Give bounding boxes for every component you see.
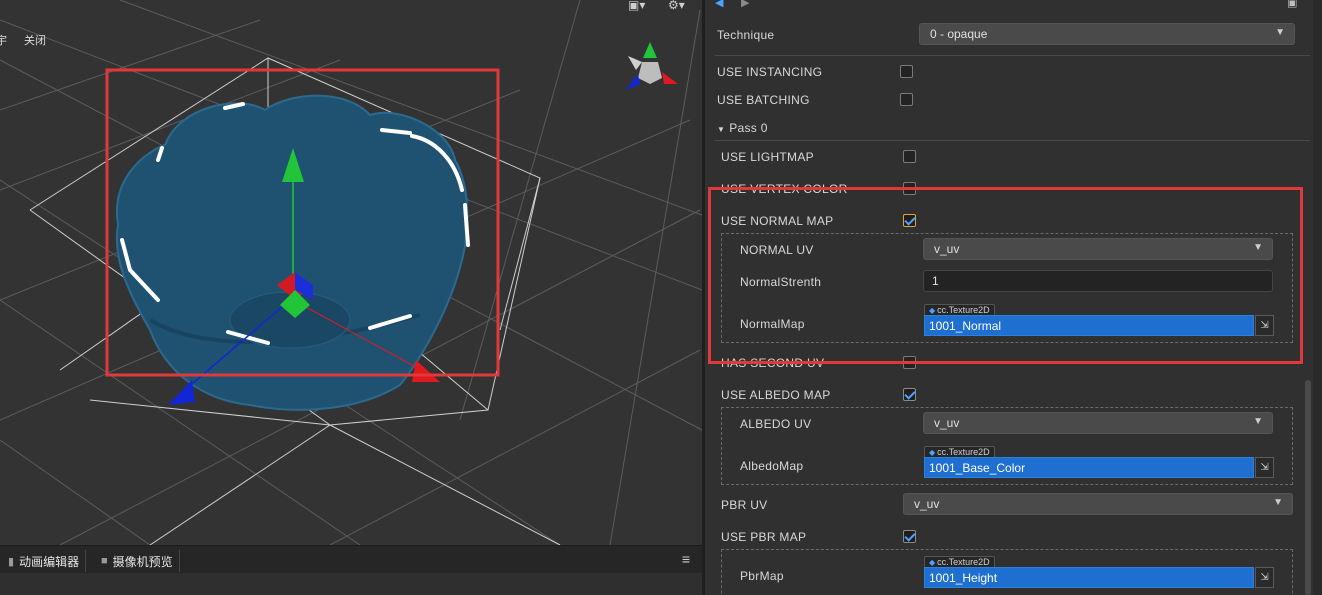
inspector-side-rail — [1313, 0, 1322, 595]
tab-animation-editor[interactable]: ▮ 动画编辑器 — [2, 550, 87, 572]
panel-menu-icon[interactable]: ≡ — [682, 551, 690, 567]
lock-icon[interactable]: ▣ — [1287, 0, 1297, 9]
pbr-map-asset-field[interactable]: 1001_Height — [924, 567, 1254, 588]
pbr-uv-label: PBR UV — [721, 498, 768, 512]
chevron-down-icon: ▼ — [1273, 497, 1283, 508]
inspector-header: ◀ ▶ ▣ — [705, 0, 1322, 12]
divider — [715, 140, 1310, 141]
technique-label: Technique — [717, 28, 775, 42]
pbr-map-label: PbrMap — [740, 569, 784, 583]
back-arrow-icon[interactable]: ◀ — [715, 0, 723, 9]
use-albedo-map-label: USE ALBEDO MAP — [721, 388, 831, 402]
technique-select[interactable]: 0 - opaque ▼ — [919, 23, 1295, 45]
use-lightmap-label: USE LIGHTMAP — [721, 150, 814, 164]
pbr-uv-select[interactable]: v_uv ▼ — [903, 493, 1293, 515]
albedo-map-label: AlbedoMap — [740, 459, 804, 473]
use-pbr-map-label: USE PBR MAP — [721, 530, 807, 544]
asset-picker-icon[interactable]: ⇲ — [1255, 567, 1274, 588]
albedo-uv-value: v_uv — [934, 416, 960, 430]
use-pbr-map-checkbox[interactable] — [903, 530, 916, 543]
forward-arrow-icon[interactable]: ▶ — [741, 0, 749, 9]
camera-dropdown-icon[interactable]: ▣▾ — [628, 0, 645, 12]
editor-window: ▣▾ ⚙▾ 宇 关闭 ▮ 动画编辑器 ■ 摄像机预览 ≡ ◀ ▶ ▣ Techn… — [0, 0, 1322, 595]
scene-view[interactable]: ▣▾ ⚙▾ 宇 关闭 — [0, 0, 702, 545]
close-button[interactable]: 关闭 — [24, 32, 46, 48]
use-albedo-map-checkbox[interactable] — [903, 388, 916, 401]
caret-down-icon: ▼ — [717, 125, 726, 134]
pbr-map-value: 1001_Height — [929, 571, 998, 585]
pbr-uv-value: v_uv — [914, 497, 940, 511]
use-batching-label: USE BATCHING — [717, 93, 810, 107]
tab-label: 摄像机预览 — [112, 554, 173, 569]
scene-canvas[interactable] — [0, 0, 702, 545]
chevron-down-icon: ▼ — [1275, 27, 1285, 38]
chevron-down-icon: ▼ — [1253, 416, 1263, 427]
pbr-map-type-tag: ◆ cc.Texture2D — [924, 556, 995, 567]
albedo-map-type-tag: ◆ cc.Texture2D — [924, 446, 995, 457]
albedo-map-value: 1001_Base_Color — [929, 461, 1026, 475]
scene-toolbar: ▣▾ ⚙▾ — [0, 0, 702, 14]
animation-editor-icon: ▮ — [8, 555, 15, 568]
albedo-uv-label: ALBEDO UV — [740, 417, 812, 431]
inspector-highlight-frame — [708, 187, 1303, 364]
tab-camera-preview[interactable]: ■ 摄像机预览 — [95, 550, 180, 572]
use-instancing-checkbox[interactable] — [900, 65, 913, 78]
divider — [715, 55, 1310, 56]
pass-0-foldout[interactable]: ▼ Pass 0 — [717, 121, 768, 135]
bottom-panel-body — [0, 573, 702, 595]
camera-preview-icon: ■ — [101, 555, 108, 567]
toolbar-partial-label[interactable]: 宇 — [0, 32, 7, 48]
use-batching-checkbox[interactable] — [900, 93, 913, 106]
use-instancing-label: USE INSTANCING — [717, 65, 823, 79]
orientation-gizmo[interactable] — [626, 42, 678, 90]
tab-label: 动画编辑器 — [19, 554, 80, 569]
albedo-map-asset-field[interactable]: 1001_Base_Color — [924, 457, 1254, 478]
use-lightmap-checkbox[interactable] — [903, 150, 916, 163]
technique-value: 0 - opaque — [930, 27, 988, 41]
asset-picker-icon[interactable]: ⇲ — [1255, 457, 1274, 478]
pass-0-label: Pass 0 — [729, 121, 768, 135]
bottom-panel-tabs: ▮ 动画编辑器 ■ 摄像机预览 ≡ — [0, 545, 702, 573]
albedo-uv-select[interactable]: v_uv ▼ — [923, 412, 1273, 434]
inspector-scrollbar[interactable] — [1305, 380, 1311, 595]
gear-dropdown-icon[interactable]: ⚙▾ — [668, 0, 685, 12]
inspector-panel: ◀ ▶ ▣ Technique 0 - opaque ▼ USE INSTANC… — [705, 0, 1322, 595]
